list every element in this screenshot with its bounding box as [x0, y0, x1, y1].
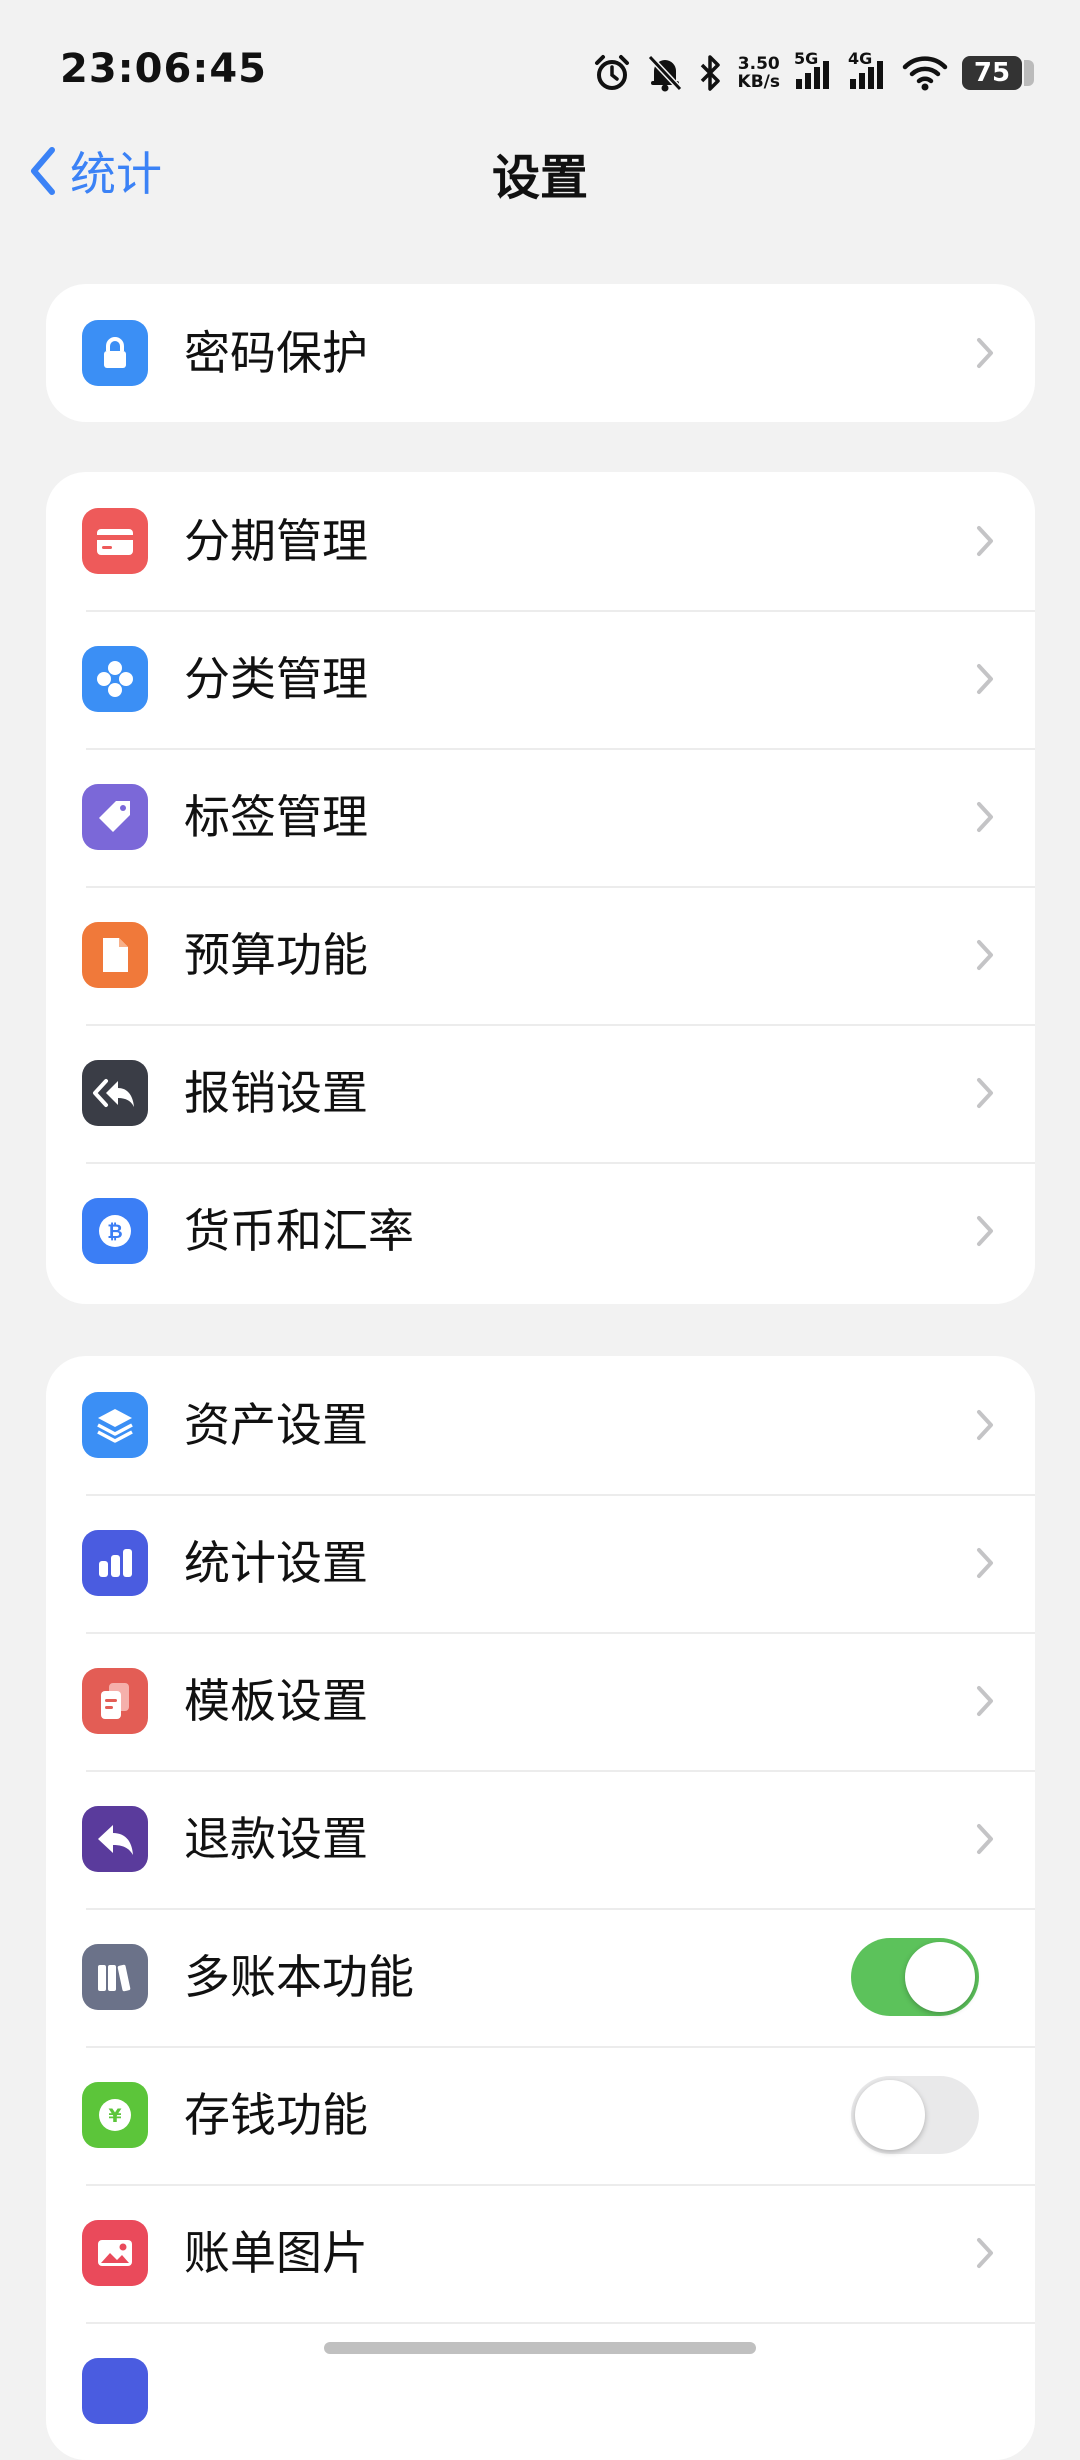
- settings-row-budget[interactable]: 预算功能: [46, 886, 1035, 1024]
- status-time: 23:06:45: [60, 46, 267, 92]
- settings-row-label: 多账本功能: [184, 1950, 414, 2004]
- books-icon: [82, 1944, 148, 2010]
- battery-indicator: 75: [962, 56, 1034, 90]
- settings-row-currency[interactable]: ₿ 货币和汇率: [46, 1162, 1035, 1300]
- network-speed-unit: KB/s: [737, 72, 780, 92]
- toggle-knob: [905, 1942, 975, 2012]
- chevron-left-icon: [31, 147, 55, 195]
- toggle-knob: [855, 2080, 925, 2150]
- settings-row-assets[interactable]: 资产设置: [46, 1356, 1035, 1494]
- bitcoin-icon: ₿: [82, 1198, 148, 1264]
- status-bar: 23:06:45 3.50 KB/s 5G 4G 75: [0, 0, 1080, 140]
- settings-row-reimbursement[interactable]: 报销设置: [46, 1024, 1035, 1162]
- page-title: 设置: [491, 150, 588, 206]
- bar-chart-icon: [82, 1530, 148, 1596]
- settings-row-label: 密码保护: [184, 326, 368, 380]
- reply-icon: [82, 1806, 148, 1872]
- card-icon: [82, 508, 148, 574]
- document-icon: [82, 922, 148, 988]
- chevron-right-icon: [977, 1548, 993, 1578]
- settings-row-installment[interactable]: 分期管理: [46, 472, 1035, 610]
- settings-group-management: 分期管理 分类管理 标签管理 预算功能 报销设置 ₿ 货币和汇率: [46, 472, 1035, 1304]
- settings-row-label: 分期管理: [184, 514, 368, 568]
- bluetooth-icon: [698, 53, 724, 93]
- svg-text:₿: ₿: [107, 1221, 122, 1243]
- settings-row-label: 货币和汇率: [184, 1204, 414, 1258]
- settings-row-tags[interactable]: 标签管理: [46, 748, 1035, 886]
- settings-group-features: 资产设置 统计设置 模板设置 退款设置 多账本功能 ¥ 存钱功能 账单图片: [46, 1356, 1035, 2460]
- status-icons: 3.50 KB/s 5G 4G 75: [592, 48, 1034, 98]
- home-indicator: [324, 2342, 756, 2354]
- settings-row-label: 退款设置: [184, 1812, 368, 1866]
- wifi-icon: [902, 53, 948, 93]
- tag-icon: [82, 784, 148, 850]
- chevron-right-icon: [977, 1216, 993, 1246]
- chevron-right-icon: [977, 2238, 993, 2268]
- settings-row-refund[interactable]: 退款设置: [46, 1770, 1035, 1908]
- yen-coin-icon: ¥: [82, 2082, 148, 2148]
- chevron-right-icon: [977, 1686, 993, 1716]
- alarm-icon: [592, 53, 632, 93]
- settings-group-security: 密码保护: [46, 284, 1035, 422]
- settings-row-label: 预算功能: [184, 928, 368, 982]
- settings-row-multi-ledger: 多账本功能: [46, 1908, 1035, 2046]
- savings-toggle[interactable]: [851, 2076, 979, 2154]
- bell-off-icon: [646, 53, 684, 93]
- chevron-right-icon: [977, 1410, 993, 1440]
- chevron-right-icon: [977, 1824, 993, 1854]
- back-button-label: 统计: [70, 147, 162, 201]
- nav-bar: 设置 统计: [0, 130, 1080, 210]
- layers-icon: [82, 1392, 148, 1458]
- chevron-right-icon: [977, 802, 993, 832]
- back-button[interactable]: 统计: [28, 138, 162, 204]
- partial-icon: [82, 2358, 148, 2424]
- settings-row-statistics[interactable]: 统计设置: [46, 1494, 1035, 1632]
- settings-row-label: 存钱功能: [184, 2088, 368, 2142]
- template-icon: [82, 1668, 148, 1734]
- chevron-right-icon: [977, 338, 993, 368]
- network-speed-value: 3.50: [737, 54, 780, 74]
- image-icon: [82, 2220, 148, 2286]
- chevron-right-icon: [977, 664, 993, 694]
- settings-row-label: 报销设置: [184, 1066, 368, 1120]
- chevron-right-icon: [977, 526, 993, 556]
- sim1-signal: 5G: [794, 49, 834, 93]
- settings-row-label: 资产设置: [184, 1398, 368, 1452]
- multi-ledger-toggle[interactable]: [851, 1938, 979, 2016]
- chevron-right-icon: [977, 940, 993, 970]
- settings-row-label: 模板设置: [184, 1674, 368, 1728]
- settings-row-bill-images[interactable]: 账单图片: [46, 2184, 1035, 2322]
- lock-icon: [82, 320, 148, 386]
- network-speed: 3.50 KB/s: [738, 55, 780, 91]
- settings-row-label: 账单图片: [184, 2226, 368, 2280]
- settings-row-label: 统计设置: [184, 1536, 368, 1590]
- settings-row-label: 分类管理: [184, 652, 368, 706]
- settings-row-password[interactable]: 密码保护: [46, 284, 1035, 422]
- sim2-signal: 4G: [848, 49, 888, 93]
- settings-row-savings: ¥ 存钱功能: [46, 2046, 1035, 2184]
- reply-all-icon: [82, 1060, 148, 1126]
- settings-row-template[interactable]: 模板设置: [46, 1632, 1035, 1770]
- settings-row-category[interactable]: 分类管理: [46, 610, 1035, 748]
- settings-row-label: 标签管理: [184, 790, 368, 844]
- svg-text:¥: ¥: [108, 2105, 121, 2127]
- chevron-right-icon: [977, 1078, 993, 1108]
- category-icon: [82, 646, 148, 712]
